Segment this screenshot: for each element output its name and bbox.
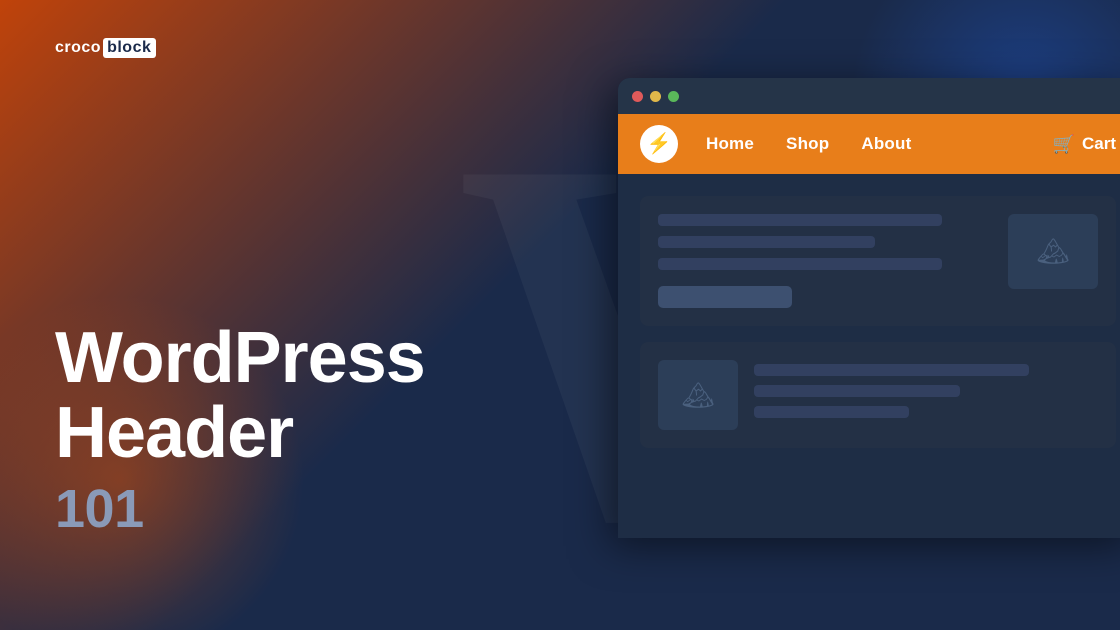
main-background: W crocoblock WordPress Header 101 ⚡ Home… (0, 0, 1120, 630)
left-content-area: WordPress Header 101 (55, 321, 425, 540)
browser-dot-red (632, 91, 643, 102)
browser-dot-yellow (650, 91, 661, 102)
content-card-2: 🏔 (640, 342, 1116, 448)
browser-dot-green (668, 91, 679, 102)
browser-chrome (618, 78, 1120, 114)
image-icon-1: 🏔 (1036, 236, 1069, 267)
text-line-c2-2 (754, 385, 960, 397)
cart-label: Cart (1082, 134, 1116, 154)
subtitle-number: 101 (55, 478, 425, 540)
text-line-c2-1 (754, 364, 1029, 376)
nav-cart[interactable]: 🛒 Cart (1053, 134, 1116, 155)
crocoblock-logo: crocoblock (55, 38, 156, 58)
text-line-c2-3 (754, 406, 909, 418)
logo-croco-text: croco (55, 39, 101, 57)
card1-text-area (658, 214, 992, 308)
image-icon-2: 🏔 (681, 380, 714, 411)
text-line-cta (658, 286, 792, 308)
site-navbar: ⚡ Home Shop About 🛒 Cart (618, 114, 1120, 174)
nav-home[interactable]: Home (706, 134, 754, 154)
content-card-1: 🏔 (640, 196, 1116, 326)
nav-logo: ⚡ (640, 125, 678, 163)
text-line-1 (658, 214, 942, 226)
card1-image: 🏔 (1008, 214, 1098, 289)
text-line-3 (658, 258, 942, 270)
nav-links: Home Shop About (706, 134, 1053, 154)
title-line2: Header (55, 393, 293, 473)
logo-block-text: block (103, 38, 156, 58)
title-line1: WordPress (55, 318, 425, 398)
browser-mockup: ⚡ Home Shop About 🛒 Cart (618, 78, 1120, 538)
cart-icon: 🛒 (1053, 134, 1075, 155)
text-line-2 (658, 236, 875, 248)
nav-about[interactable]: About (861, 134, 911, 154)
card2-text-area (754, 360, 1098, 418)
bolt-icon: ⚡ (647, 134, 672, 154)
browser-content-area: 🏔 🏔 (618, 174, 1120, 470)
nav-shop[interactable]: Shop (786, 134, 829, 154)
main-title: WordPress Header (55, 321, 425, 472)
card2-image: 🏔 (658, 360, 738, 430)
